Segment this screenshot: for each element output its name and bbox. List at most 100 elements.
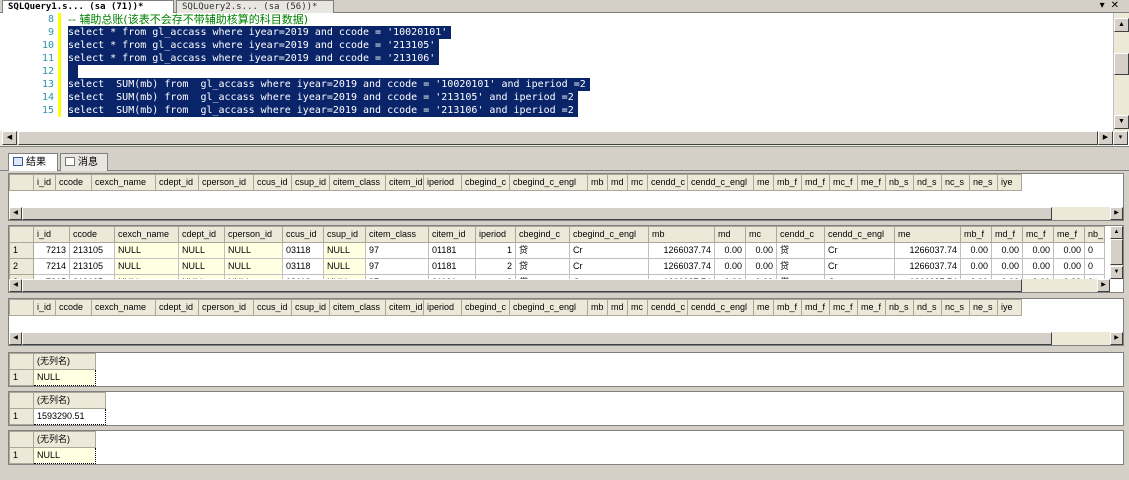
- column-header[interactable]: ccode: [55, 174, 92, 191]
- column-header[interactable]: mc: [627, 174, 648, 191]
- grid-cell[interactable]: 0.00: [991, 242, 1023, 259]
- code-line[interactable]: 15 select SUM(mb) from gl_accass where iy…: [20, 104, 1112, 117]
- column-header[interactable]: citem_class: [329, 299, 386, 316]
- scroll-left-icon[interactable]: ◀: [9, 207, 22, 220]
- grid-vertical-scrollbar[interactable]: ▲ ▼: [1110, 226, 1123, 279]
- code-text[interactable]: select * from gl_accass where iyear=2019…: [68, 26, 452, 39]
- grid-cell[interactable]: 0.00: [960, 258, 992, 275]
- column-header[interactable]: cendd_c_engl: [687, 299, 754, 316]
- column-header[interactable]: citem_id: [428, 226, 476, 243]
- grid-cell[interactable]: 2: [475, 258, 516, 275]
- column-header[interactable]: ccus_id: [282, 226, 324, 243]
- grid-cell[interactable]: Cr: [824, 242, 895, 259]
- column-header[interactable]: md: [607, 299, 628, 316]
- row-number[interactable]: 1: [9, 242, 34, 259]
- result-grid-1[interactable]: i_id ccode cexch_name cdept_id cperson_id ccu…: [8, 173, 1124, 221]
- grid-cell[interactable]: 0.00: [714, 242, 746, 259]
- column-header[interactable]: csup_id: [323, 226, 366, 243]
- grid-corner[interactable]: [9, 299, 34, 316]
- row-number[interactable]: 1: [9, 408, 34, 425]
- column-header[interactable]: mc_f: [829, 174, 858, 191]
- column-header[interactable]: cendd_c: [647, 174, 688, 191]
- column-header[interactable]: mc: [745, 226, 777, 243]
- grid-horizontal-scrollbar[interactable]: ◀ ▶: [9, 207, 1123, 220]
- column-header[interactable]: cbegind_c: [515, 226, 570, 243]
- grid-cell[interactable]: 0: [1084, 242, 1105, 259]
- grid-cell[interactable]: 213105: [69, 258, 115, 275]
- grid-cell[interactable]: 贷: [776, 258, 825, 275]
- column-header[interactable]: cbegind_c: [461, 174, 510, 191]
- column-header[interactable]: nd_s: [913, 299, 942, 316]
- scroll-up-icon[interactable]: ▲: [1114, 18, 1129, 32]
- scroll-left-icon[interactable]: ◀: [9, 279, 22, 292]
- column-header[interactable]: cperson_id: [198, 174, 254, 191]
- grid-cell[interactable]: NULL: [178, 242, 225, 259]
- query-editor[interactable]: 8 -- 辅助总账(该表不会存不带辅助核算的科目数据) 9 select * from…: [0, 13, 1129, 147]
- code-line[interactable]: 13 select SUM(mb) from gl_accass where iy…: [20, 78, 1112, 91]
- column-header[interactable]: iperiod: [423, 174, 462, 191]
- grid-cell[interactable]: 贷: [515, 258, 570, 275]
- tab-results[interactable]: 结果: [8, 153, 58, 171]
- column-header[interactable]: nd_s: [913, 174, 942, 191]
- grid-cell[interactable]: 01181: [428, 242, 476, 259]
- editor-scroll-thumb[interactable]: [1114, 53, 1129, 75]
- column-header[interactable]: cendd_c: [776, 226, 825, 243]
- column-header[interactable]: mb_f: [960, 226, 992, 243]
- column-header[interactable]: cperson_id: [224, 226, 283, 243]
- grid-cell[interactable]: 0.00: [1022, 258, 1054, 275]
- column-header[interactable]: me: [894, 226, 961, 243]
- grid-cell[interactable]: 7213: [33, 242, 70, 259]
- grid-cell[interactable]: NULL: [224, 258, 283, 275]
- column-header[interactable]: cendd_c: [647, 299, 688, 316]
- grid-cell[interactable]: 97: [365, 258, 429, 275]
- table-row[interactable]: 1 1593290.51: [9, 408, 106, 425]
- column-header[interactable]: mb_f: [773, 299, 802, 316]
- grid-cell[interactable]: 0.00: [745, 258, 777, 275]
- column-header[interactable]: ccode: [55, 299, 92, 316]
- scroll-up-icon[interactable]: ▲: [1110, 226, 1123, 239]
- grid-horizontal-scrollbar[interactable]: ◀ ▶: [9, 332, 1123, 345]
- grid-cell[interactable]: 0.00: [1022, 242, 1054, 259]
- grid-cell[interactable]: 0: [1084, 258, 1105, 275]
- table-row[interactable]: 1 NULL: [9, 447, 96, 464]
- grid-cell[interactable]: 贷: [515, 242, 570, 259]
- grid-corner[interactable]: [9, 392, 34, 409]
- column-header[interactable]: nb_s: [885, 299, 914, 316]
- tab-sqlquery2[interactable]: SQLQuery2.s... (sa (56))*: [176, 0, 334, 13]
- grid-cell[interactable]: 1593290.51: [33, 408, 106, 425]
- grid-cell[interactable]: NULL: [33, 369, 96, 386]
- column-header[interactable]: i_id: [33, 226, 70, 243]
- column-header[interactable]: citem_id: [385, 174, 424, 191]
- editor-vertical-scrollbar[interactable]: ▲ ▼: [1113, 13, 1129, 131]
- grid-cell[interactable]: NULL: [114, 258, 179, 275]
- grid-corner[interactable]: [9, 353, 34, 370]
- column-header[interactable]: cbegind_c_engl: [569, 226, 649, 243]
- close-icon[interactable]: ✕: [1111, 0, 1125, 11]
- editor-hscroll-thumb[interactable]: [18, 131, 1098, 145]
- split-pane-icon[interactable]: ▾: [1113, 131, 1128, 145]
- grid-cell[interactable]: 97: [365, 242, 429, 259]
- column-header[interactable]: ccus_id: [253, 299, 292, 316]
- column-header[interactable]: me_f: [1053, 226, 1085, 243]
- column-header[interactable]: cdept_id: [155, 299, 199, 316]
- tab-messages[interactable]: 消息: [60, 153, 108, 171]
- grid-cell[interactable]: 1266037.74: [894, 258, 961, 275]
- scroll-left-icon[interactable]: ◀: [9, 332, 22, 345]
- code-text[interactable]: select SUM(mb) from gl_accass where iyea…: [68, 78, 590, 91]
- column-header[interactable]: mb: [648, 226, 715, 243]
- column-header[interactable]: csup_id: [291, 174, 330, 191]
- grid-cell[interactable]: 1266037.74: [648, 258, 715, 275]
- column-header[interactable]: csup_id: [291, 299, 330, 316]
- scroll-right-icon[interactable]: ▶: [1098, 131, 1113, 145]
- column-header[interactable]: md_f: [801, 174, 830, 191]
- column-header[interactable]: cexch_name: [114, 226, 179, 243]
- grid-cell[interactable]: NULL: [178, 258, 225, 275]
- column-header[interactable]: cendd_c_engl: [824, 226, 895, 243]
- column-header[interactable]: md: [714, 226, 746, 243]
- column-header[interactable]: (无列名): [33, 431, 96, 448]
- column-header[interactable]: i_id: [33, 174, 56, 191]
- code-line[interactable]: 12: [20, 65, 1112, 78]
- column-header[interactable]: nc_s: [941, 174, 970, 191]
- code-text[interactable]: select * from gl_accass where iyear=2019…: [68, 39, 440, 52]
- grid-corner[interactable]: [9, 226, 34, 243]
